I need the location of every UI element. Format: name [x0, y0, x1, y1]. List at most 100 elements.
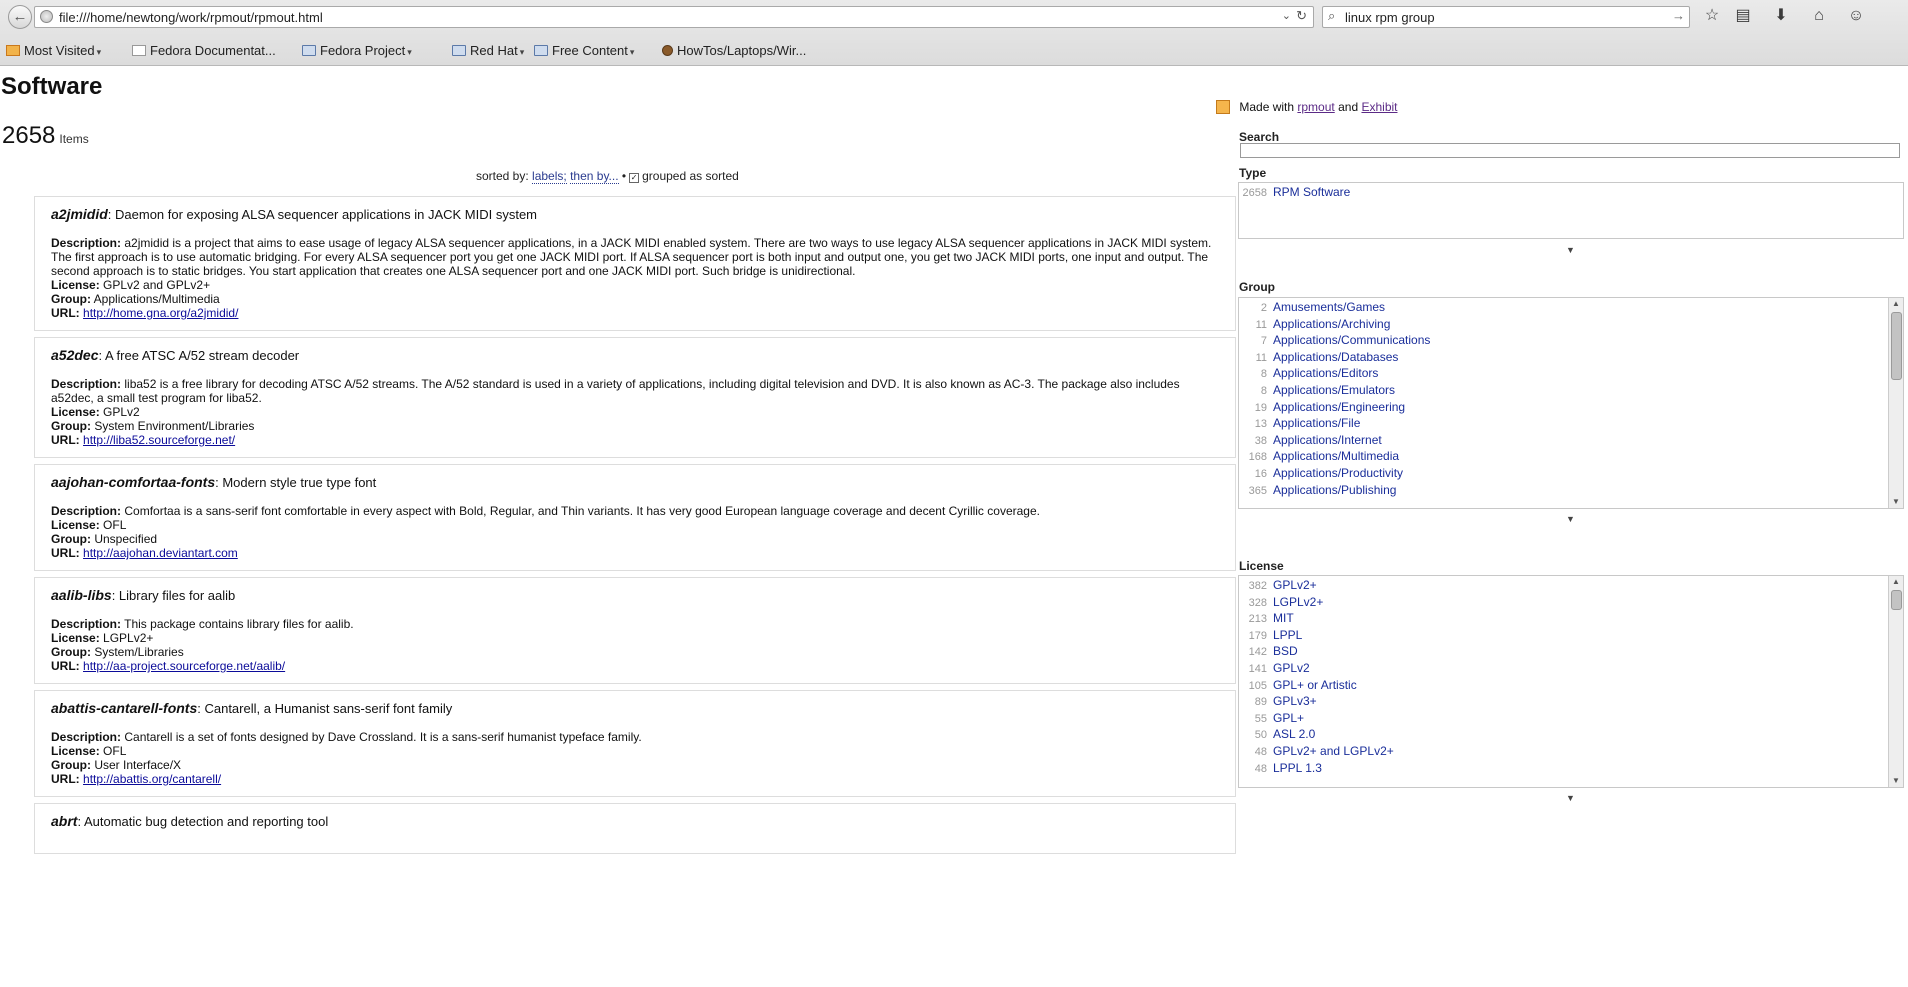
facet-label[interactable]: LPPL [1273, 628, 1302, 642]
bookmark-label[interactable]: Red Hat [470, 43, 518, 58]
bookmark-label[interactable]: Fedora Documentat... [150, 43, 276, 58]
item-name[interactable]: a2jmidid [51, 206, 108, 222]
license-facet-value[interactable]: 48 LPPL 1.3 [1239, 760, 1903, 777]
facet-label[interactable]: Applications/Emulators [1273, 383, 1395, 397]
address-bar[interactable]: file:///home/newtong/work/rpmout/rpmout.… [34, 6, 1314, 28]
history-dropdown-icon[interactable]: ⌄ [1282, 9, 1291, 22]
sort-then-by-link[interactable]: then by... [570, 169, 619, 184]
facet-label[interactable]: BSD [1273, 644, 1298, 658]
back-arrow-icon[interactable]: ← [8, 5, 32, 29]
chevron-down-icon[interactable]: ▾ [97, 47, 102, 57]
bookmark-label[interactable]: HowTos/Laptops/Wir... [677, 43, 806, 58]
group-facet-value[interactable]: 8 Applications/Emulators [1239, 382, 1903, 399]
license-facet-value[interactable]: 179 LPPL [1239, 627, 1903, 644]
item-url-link[interactable]: http://aa-project.sourceforge.net/aalib/ [83, 659, 285, 673]
scroll-thumb[interactable] [1891, 312, 1902, 380]
facet-label[interactable]: Applications/Communications [1273, 333, 1430, 347]
scroll-thumb[interactable] [1891, 590, 1902, 610]
scroll-down-icon[interactable]: ▼ [1889, 775, 1903, 787]
downloads-icon[interactable]: ⬇ [1770, 6, 1792, 26]
facet-label[interactable]: Applications/Multimedia [1273, 449, 1399, 463]
home-icon[interactable]: ⌂ [1808, 6, 1830, 26]
item-name[interactable]: abattis-cantarell-fonts [51, 700, 197, 716]
exhibit-link[interactable]: Exhibit [1361, 100, 1397, 114]
facet-label[interactable]: Applications/Databases [1273, 350, 1398, 364]
item-name[interactable]: abrt [51, 813, 77, 829]
scroll-up-icon[interactable]: ▲ [1889, 298, 1903, 310]
chevron-down-icon[interactable]: ▾ [630, 47, 635, 57]
facet-label[interactable]: Applications/File [1273, 416, 1360, 430]
bookmark-item[interactable]: Fedora Project ▾ [302, 43, 412, 58]
facet-label[interactable]: MIT [1273, 611, 1294, 625]
group-facet-value[interactable]: 11 Applications/Archiving [1239, 316, 1903, 333]
license-facet-value[interactable]: 89 GPLv3+ [1239, 693, 1903, 710]
facet-label[interactable]: Amusements/Games [1273, 300, 1385, 314]
item-url-link[interactable]: http://liba52.sourceforge.net/ [83, 433, 235, 447]
facet-label[interactable]: ASL 2.0 [1273, 727, 1315, 741]
facet-label[interactable]: GPLv2+ and LGPLv2+ [1273, 744, 1394, 758]
item-url-link[interactable]: http://aajohan.deviantart.com [83, 546, 238, 560]
bookmark-label[interactable]: Fedora Project [320, 43, 405, 58]
license-facet-value[interactable]: 213 MIT [1239, 610, 1903, 627]
bookmarks-menu-icon[interactable]: ▤ [1732, 6, 1754, 26]
facet-label[interactable]: Applications/Publishing [1273, 483, 1396, 497]
reload-icon[interactable]: ↻ [1296, 8, 1307, 24]
license-facet-value[interactable]: 50 ASL 2.0 [1239, 726, 1903, 743]
license-facet-value[interactable]: 142 BSD [1239, 643, 1903, 660]
facet-label[interactable]: RPM Software [1273, 185, 1350, 199]
facet-label[interactable]: GPL+ [1273, 711, 1304, 725]
license-facet-value[interactable]: 55 GPL+ [1239, 710, 1903, 727]
facet-search-input[interactable] [1240, 143, 1900, 158]
site-identity-icon[interactable] [40, 10, 53, 23]
bookmark-item[interactable]: HowTos/Laptops/Wir... [662, 43, 806, 58]
facet-label[interactable]: Applications/Engineering [1273, 400, 1405, 414]
type-facet-resize-icon[interactable]: ▼ [1566, 245, 1575, 255]
group-facet-value[interactable]: 168 Applications/Multimedia [1239, 448, 1903, 465]
group-facet-value[interactable]: 11 Applications/Databases [1239, 349, 1903, 366]
sort-labels-link[interactable]: labels; [532, 169, 567, 184]
group-facet-value[interactable]: 38 Applications/Internet [1239, 432, 1903, 449]
bookmark-item[interactable]: Most Visited ▾ [6, 43, 101, 58]
license-facet-resize-icon[interactable]: ▼ [1566, 793, 1575, 803]
group-facet-value[interactable]: 19 Applications/Engineering [1239, 399, 1903, 416]
facet-label[interactable]: GPLv2 [1273, 661, 1310, 675]
chat-icon[interactable]: ☺ [1845, 6, 1867, 26]
item-name[interactable]: aajohan-comfortaa-fonts [51, 474, 215, 490]
item-url-link[interactable]: http://abattis.org/cantarell/ [83, 772, 221, 786]
bookmark-star-icon[interactable]: ☆ [1701, 6, 1723, 26]
facet-label[interactable]: Applications/Internet [1273, 433, 1382, 447]
search-icon[interactable]: ⌕ [1328, 8, 1335, 24]
facet-label[interactable]: LGPLv2+ [1273, 595, 1323, 609]
bookmark-item[interactable]: Fedora Documentat... [132, 43, 276, 58]
bookmark-item[interactable]: Red Hat ▾ [452, 43, 524, 58]
item-url-link[interactable]: http://home.gna.org/a2jmidid/ [83, 306, 238, 320]
facet-label[interactable]: Applications/Productivity [1273, 466, 1403, 480]
group-facet-resize-icon[interactable]: ▼ [1566, 514, 1575, 524]
group-facet-scrollbar[interactable]: ▲ ▼ [1888, 298, 1903, 508]
facet-label[interactable]: GPLv3+ [1273, 694, 1317, 708]
chevron-down-icon[interactable]: ▾ [520, 47, 525, 57]
facet-label[interactable]: GPL+ or Artistic [1273, 678, 1357, 692]
scroll-down-icon[interactable]: ▼ [1889, 496, 1903, 508]
facet-label[interactable]: Applications/Editors [1273, 366, 1378, 380]
rpmout-link[interactable]: rpmout [1297, 100, 1334, 114]
group-facet-value[interactable]: 13 Applications/File [1239, 415, 1903, 432]
bookmark-item[interactable]: Free Content ▾ [534, 43, 634, 58]
license-facet-value[interactable]: 105 GPL+ or Artistic [1239, 677, 1903, 694]
item-name[interactable]: a52dec [51, 347, 98, 363]
license-facet-scrollbar[interactable]: ▲ ▼ [1888, 576, 1903, 787]
group-facet-value[interactable]: 2 Amusements/Games [1239, 299, 1903, 316]
facet-label[interactable]: LPPL 1.3 [1273, 761, 1322, 775]
item-name[interactable]: aalib-libs [51, 587, 112, 603]
chevron-down-icon[interactable]: ▾ [407, 47, 412, 57]
license-facet-value[interactable]: 382 GPLv2+ [1239, 577, 1903, 594]
group-facet-value[interactable]: 8 Applications/Editors [1239, 365, 1903, 382]
search-go-arrow-icon[interactable]: → [1672, 8, 1685, 23]
facet-label[interactable]: Applications/Archiving [1273, 317, 1390, 331]
facet-label[interactable]: GPLv2+ [1273, 578, 1317, 592]
grouped-checkbox[interactable]: ✓ [629, 173, 640, 183]
bookmark-label[interactable]: Free Content [552, 43, 628, 58]
scroll-up-icon[interactable]: ▲ [1889, 576, 1903, 588]
address-url[interactable]: file:///home/newtong/work/rpmout/rpmout.… [59, 10, 323, 25]
search-query[interactable]: linux rpm group [1345, 10, 1435, 25]
